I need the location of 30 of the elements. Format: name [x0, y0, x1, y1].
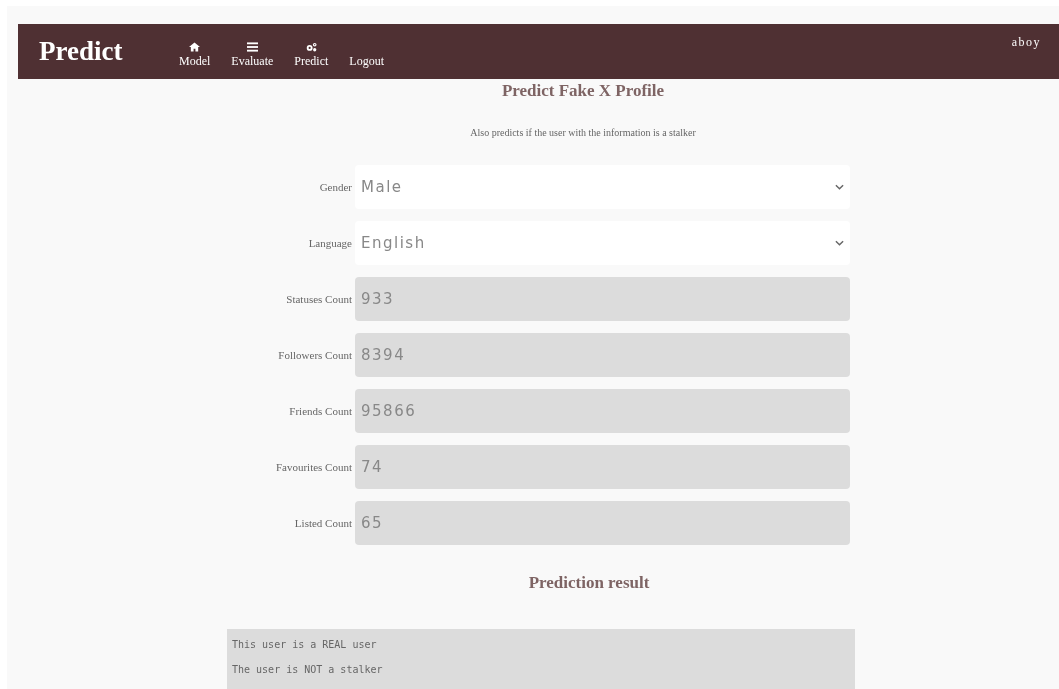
input-field[interactable]: 65: [355, 501, 850, 545]
input-field[interactable]: 95866: [355, 389, 850, 433]
field-label: Language: [307, 237, 352, 249]
select-field[interactable]: English: [355, 221, 850, 265]
field-label: Statuses Count: [285, 293, 352, 305]
brand-title[interactable]: Predict: [39, 36, 179, 67]
field-label: Followers Count: [277, 349, 352, 361]
nav-link[interactable]: Logout: [349, 54, 384, 69]
field-label: Gender: [318, 181, 352, 193]
username[interactable]: aboy: [1011, 35, 1041, 50]
nav-link[interactable]: Model: [179, 42, 211, 69]
result-title: Prediction result: [527, 573, 651, 593]
nav-link[interactable]: Predict: [294, 42, 329, 69]
home-icon: [189, 42, 201, 52]
input-field[interactable]: 74: [355, 445, 850, 489]
page-title: Predict Fake X Profile: [500, 80, 666, 101]
field-label: Friends Count: [288, 405, 352, 417]
menu-icon: [246, 42, 258, 52]
input-field[interactable]: 8394: [355, 333, 850, 377]
input-field[interactable]: 933: [355, 277, 850, 321]
field-label: Favourites Count: [274, 461, 352, 473]
chevron-down-icon: [835, 240, 844, 246]
field-label: Listed Count: [293, 517, 352, 529]
result-text: The user is NOT a stalker: [232, 664, 384, 675]
select-field[interactable]: Male: [355, 165, 850, 209]
gears-icon: [305, 42, 317, 52]
nav-link[interactable]: Evaluate: [231, 42, 274, 69]
chevron-down-icon: [835, 184, 844, 190]
page-subtitle: Also predicts if the user with the information is a stalker: [469, 127, 697, 138]
result-text: This user is a REAL user: [232, 639, 378, 650]
